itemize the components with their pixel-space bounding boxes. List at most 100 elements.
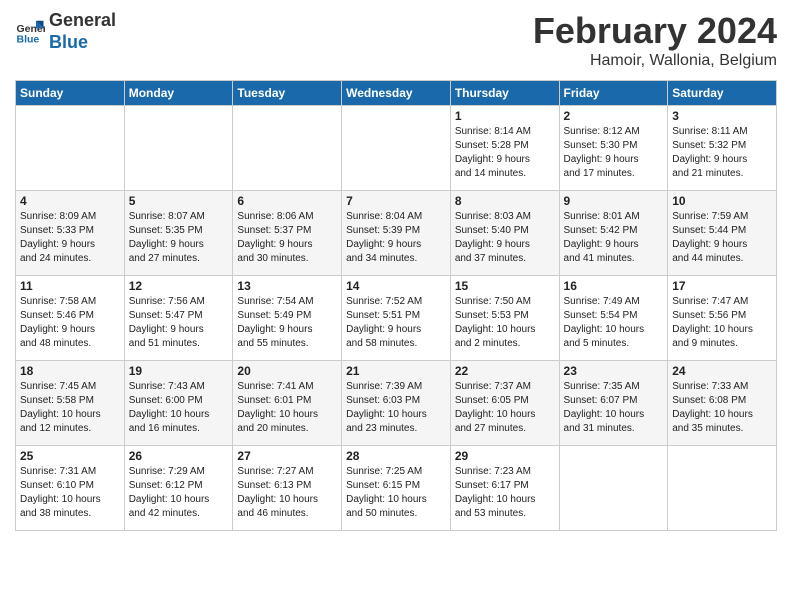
day-number: 20: [237, 364, 337, 378]
day-number: 2: [564, 109, 664, 123]
calendar-cell: 26 Sunrise: 7:29 AMSunset: 6:12 PMDayligh…: [124, 446, 233, 531]
day-number: 18: [20, 364, 120, 378]
day-info: Sunrise: 7:47 AMSunset: 5:56 PMDaylight:…: [672, 295, 772, 351]
calendar-cell: 22 Sunrise: 7:37 AMSunset: 6:05 PMDayligh…: [450, 361, 559, 446]
calendar-cell: 2 Sunrise: 8:12 AMSunset: 5:30 PMDaylight…: [559, 106, 668, 191]
day-number: 4: [20, 194, 120, 208]
calendar-cell: [233, 106, 342, 191]
day-info: Sunrise: 7:50 AMSunset: 5:53 PMDaylight:…: [455, 295, 555, 351]
day-info: Sunrise: 8:09 AMSunset: 5:33 PMDaylight:…: [20, 210, 120, 266]
day-info: Sunrise: 7:56 AMSunset: 5:47 PMDaylight:…: [129, 295, 229, 351]
day-info: Sunrise: 8:11 AMSunset: 5:32 PMDaylight:…: [672, 125, 772, 181]
day-info: Sunrise: 7:58 AMSunset: 5:46 PMDaylight:…: [20, 295, 120, 351]
title-block: February 2024 Hamoir, Wallonia, Belgium: [533, 10, 777, 70]
day-number: 21: [346, 364, 446, 378]
day-number: 26: [129, 449, 229, 463]
week-row-0: 1 Sunrise: 8:14 AMSunset: 5:28 PMDaylight…: [16, 106, 777, 191]
day-number: 11: [20, 279, 120, 293]
logo-icon: General Blue: [15, 17, 45, 47]
day-info: Sunrise: 8:04 AMSunset: 5:39 PMDaylight:…: [346, 210, 446, 266]
day-info: Sunrise: 8:06 AMSunset: 5:37 PMDaylight:…: [237, 210, 337, 266]
day-number: 3: [672, 109, 772, 123]
calendar-cell: [342, 106, 451, 191]
day-number: 22: [455, 364, 555, 378]
day-number: 8: [455, 194, 555, 208]
day-number: 16: [564, 279, 664, 293]
calendar-cell: 16Sunrise: 7:49 AMSunset: 5:54 PMDayligh…: [559, 276, 668, 361]
svg-text:Blue: Blue: [17, 33, 40, 45]
calendar-cell: 7Sunrise: 8:04 AMSunset: 5:39 PMDaylight…: [342, 191, 451, 276]
day-number: 5: [129, 194, 229, 208]
day-number: 13: [237, 279, 337, 293]
calendar-cell: 27 Sunrise: 7:27 AMSunset: 6:13 PMDayligh…: [233, 446, 342, 531]
day-info: Sunrise: 7:43 AMSunset: 6:00 PMDaylight:…: [129, 380, 229, 436]
day-info: Sunrise: 8:07 AMSunset: 5:35 PMDaylight:…: [129, 210, 229, 266]
day-number: 9: [564, 194, 664, 208]
week-row-1: 4 Sunrise: 8:09 AMSunset: 5:33 PMDaylight…: [16, 191, 777, 276]
calendar-cell: 10 Sunrise: 7:59 AMSunset: 5:44 PMDayligh…: [668, 191, 777, 276]
day-info: Sunrise: 7:27 AMSunset: 6:13 PMDaylight:…: [237, 465, 337, 521]
month-title: February 2024: [533, 10, 777, 52]
week-row-3: 18 Sunrise: 7:45 AMSunset: 5:58 PMDayligh…: [16, 361, 777, 446]
calendar-cell: 6 Sunrise: 8:06 AMSunset: 5:37 PMDaylight…: [233, 191, 342, 276]
location-title: Hamoir, Wallonia, Belgium: [533, 52, 777, 70]
calendar-table: SundayMondayTuesdayWednesdayThursdayFrid…: [15, 80, 777, 531]
day-info: Sunrise: 7:33 AMSunset: 6:08 PMDaylight:…: [672, 380, 772, 436]
header-thursday: Thursday: [450, 81, 559, 106]
calendar-cell: [559, 446, 668, 531]
calendar-cell: 19Sunrise: 7:43 AMSunset: 6:00 PMDayligh…: [124, 361, 233, 446]
day-number: 27: [237, 449, 337, 463]
day-info: Sunrise: 7:29 AMSunset: 6:12 PMDaylight:…: [129, 465, 229, 521]
week-row-2: 11 Sunrise: 7:58 AMSunset: 5:46 PMDayligh…: [16, 276, 777, 361]
day-info: Sunrise: 7:25 AMSunset: 6:15 PMDaylight:…: [346, 465, 446, 521]
header-monday: Monday: [124, 81, 233, 106]
header-tuesday: Tuesday: [233, 81, 342, 106]
calendar-cell: 29Sunrise: 7:23 AMSunset: 6:17 PMDayligh…: [450, 446, 559, 531]
day-info: Sunrise: 7:54 AMSunset: 5:49 PMDaylight:…: [237, 295, 337, 351]
calendar-cell: 25Sunrise: 7:31 AMSunset: 6:10 PMDayligh…: [16, 446, 125, 531]
day-number: 6: [237, 194, 337, 208]
calendar-cell: [668, 446, 777, 531]
calendar-cell: 24 Sunrise: 7:33 AMSunset: 6:08 PMDayligh…: [668, 361, 777, 446]
day-number: 10: [672, 194, 772, 208]
day-info: Sunrise: 7:52 AMSunset: 5:51 PMDaylight:…: [346, 295, 446, 351]
calendar-cell: 11 Sunrise: 7:58 AMSunset: 5:46 PMDayligh…: [16, 276, 125, 361]
day-info: Sunrise: 7:59 AMSunset: 5:44 PMDaylight:…: [672, 210, 772, 266]
header-saturday: Saturday: [668, 81, 777, 106]
calendar-cell: 18 Sunrise: 7:45 AMSunset: 5:58 PMDayligh…: [16, 361, 125, 446]
logo-general: General: [49, 10, 116, 32]
calendar-cell: 8 Sunrise: 8:03 AMSunset: 5:40 PMDaylight…: [450, 191, 559, 276]
calendar-cell: 21 Sunrise: 7:39 AMSunset: 6:03 PMDayligh…: [342, 361, 451, 446]
day-number: 24: [672, 364, 772, 378]
day-number: 14: [346, 279, 446, 293]
page-header: General Blue General Blue February 2024 …: [15, 10, 777, 70]
calendar-cell: 4 Sunrise: 8:09 AMSunset: 5:33 PMDaylight…: [16, 191, 125, 276]
day-info: Sunrise: 7:23 AMSunset: 6:17 PMDaylight:…: [455, 465, 555, 521]
calendar-cell: 13 Sunrise: 7:54 AMSunset: 5:49 PMDayligh…: [233, 276, 342, 361]
calendar-header-row: SundayMondayTuesdayWednesdayThursdayFrid…: [16, 81, 777, 106]
day-number: 17: [672, 279, 772, 293]
calendar-cell: [16, 106, 125, 191]
day-info: Sunrise: 8:14 AMSunset: 5:28 PMDaylight:…: [455, 125, 555, 181]
day-info: Sunrise: 8:12 AMSunset: 5:30 PMDaylight:…: [564, 125, 664, 181]
day-info: Sunrise: 7:37 AMSunset: 6:05 PMDaylight:…: [455, 380, 555, 436]
calendar-cell: 28 Sunrise: 7:25 AMSunset: 6:15 PMDayligh…: [342, 446, 451, 531]
calendar-cell: 1 Sunrise: 8:14 AMSunset: 5:28 PMDaylight…: [450, 106, 559, 191]
day-info: Sunrise: 7:39 AMSunset: 6:03 PMDaylight:…: [346, 380, 446, 436]
day-info: Sunrise: 7:45 AMSunset: 5:58 PMDaylight:…: [20, 380, 120, 436]
day-number: 23: [564, 364, 664, 378]
calendar-cell: 17 Sunrise: 7:47 AMSunset: 5:56 PMDayligh…: [668, 276, 777, 361]
logo: General Blue General Blue: [15, 10, 116, 53]
header-sunday: Sunday: [16, 81, 125, 106]
day-number: 15: [455, 279, 555, 293]
calendar-cell: 9Sunrise: 8:01 AMSunset: 5:42 PMDaylight…: [559, 191, 668, 276]
day-info: Sunrise: 7:35 AMSunset: 6:07 PMDaylight:…: [564, 380, 664, 436]
calendar-cell: 20Sunrise: 7:41 AMSunset: 6:01 PMDayligh…: [233, 361, 342, 446]
day-number: 28: [346, 449, 446, 463]
calendar-cell: 3 Sunrise: 8:11 AMSunset: 5:32 PMDaylight…: [668, 106, 777, 191]
day-info: Sunrise: 8:03 AMSunset: 5:40 PMDaylight:…: [455, 210, 555, 266]
day-number: 12: [129, 279, 229, 293]
day-number: 1: [455, 109, 555, 123]
logo-blue: Blue: [49, 32, 116, 54]
day-number: 25: [20, 449, 120, 463]
